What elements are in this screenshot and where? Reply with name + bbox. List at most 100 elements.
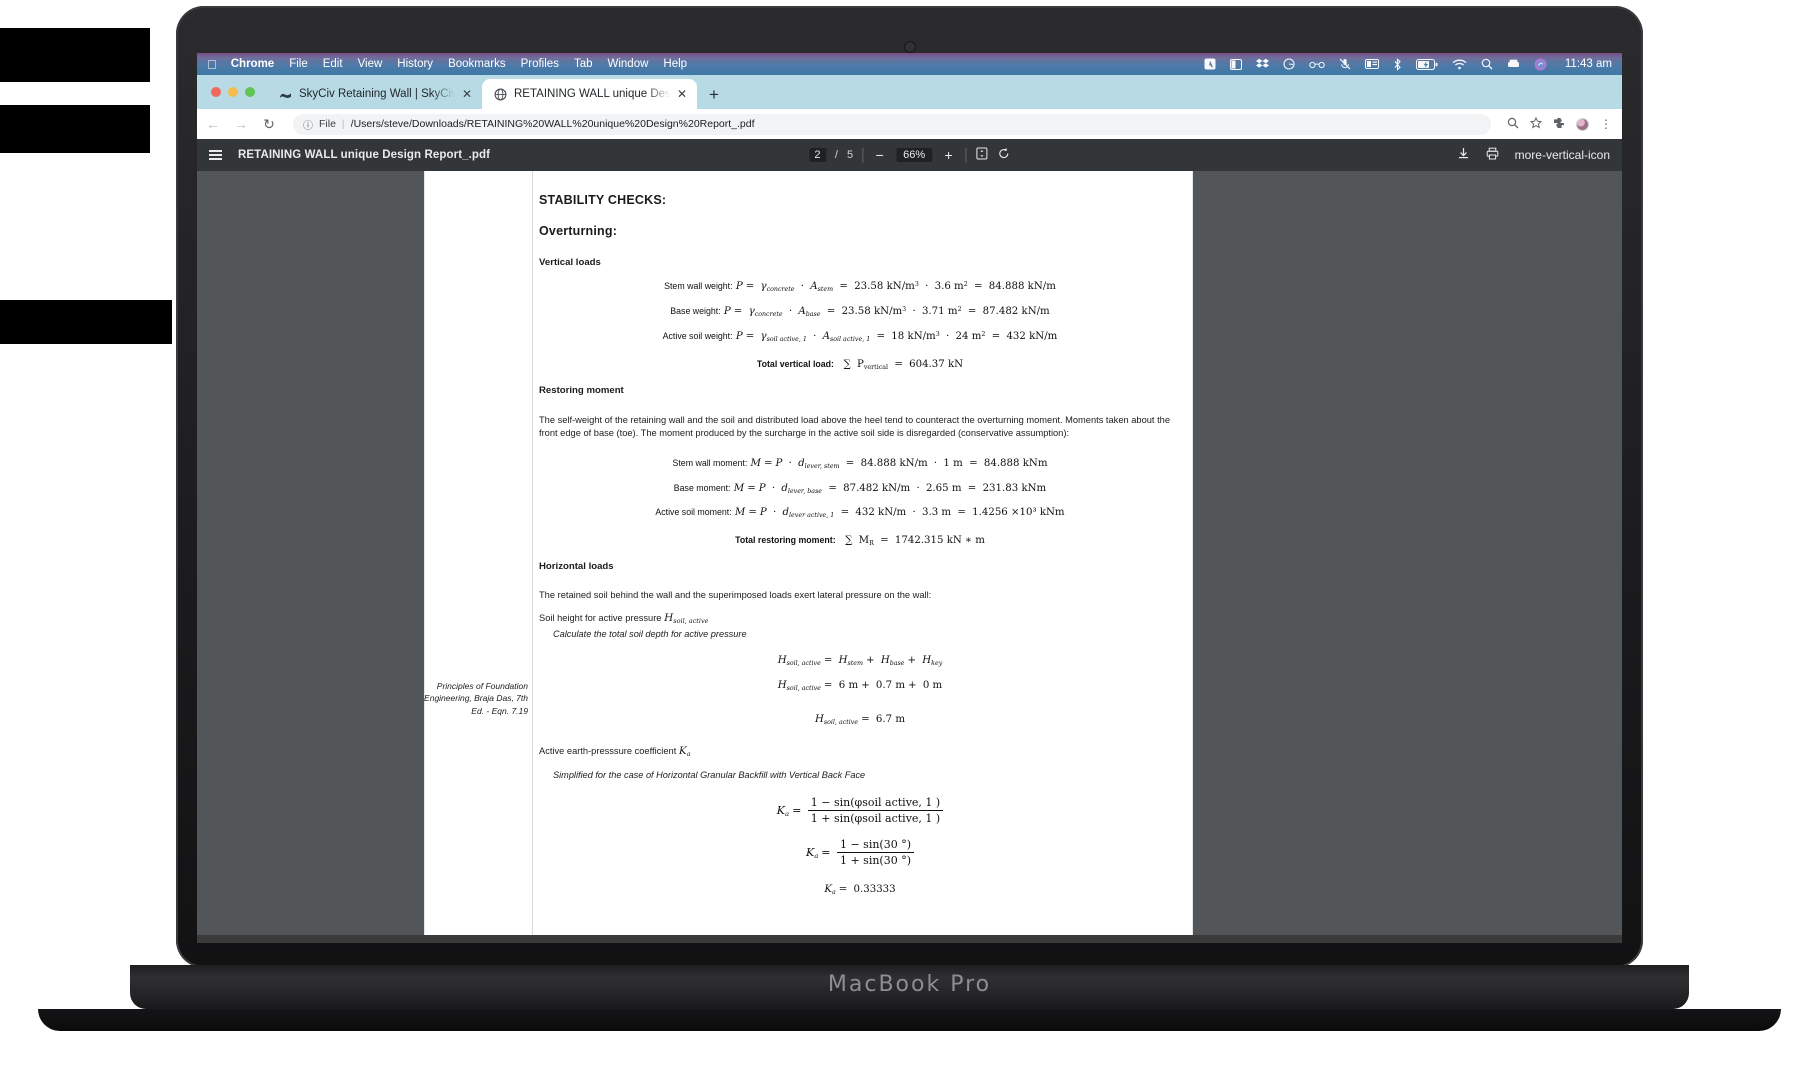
d-value: 3.3 m [921, 507, 952, 519]
print-icon[interactable] [1486, 147, 1499, 163]
ka-result: 0.33333 [853, 884, 896, 896]
microphone-mute-icon[interactable] [1339, 58, 1351, 70]
url-text: /Users/steve/Downloads/RETAINING%20WALL%… [350, 118, 755, 130]
gamma-unit: kN/m [907, 331, 936, 342]
pdf-globe-favicon-icon [494, 88, 507, 101]
tab-retaining-wall-report[interactable]: RETAINING WALL unique Desig ✕ [482, 79, 697, 109]
more-vertical-icon[interactable]: more-vertical-icon [1515, 148, 1610, 162]
menu-item-bookmarks[interactable]: Bookmarks [448, 58, 506, 70]
equation-label: Active soil weight: [662, 331, 733, 341]
time-machine-icon[interactable] [1507, 58, 1520, 70]
hamburger-menu-icon[interactable] [209, 150, 222, 160]
chrome-menu-icon[interactable]: ⋮ [1600, 117, 1612, 131]
gamma-subscript: concrete [766, 285, 795, 293]
toolbar-actions: ⋮ [1507, 116, 1614, 132]
margin-notes-column: Principles of Foundation Engineering, Br… [424, 171, 532, 935]
omnibox-separator: | [341, 118, 345, 130]
total-symbol: M [858, 535, 870, 547]
address-bar[interactable]: ⓘ File | /Users/steve/Downloads/RETAININ… [293, 113, 1491, 135]
minimize-window-button[interactable] [228, 87, 238, 97]
restoring-moment-paragraph: The self-weight of the retaining wall an… [539, 414, 1171, 438]
ka-denominator-numeric: 1 + sin(30 °) [839, 854, 912, 868]
macos-menubar:  Chrome File Edit View History Bookmark… [197, 53, 1622, 75]
equation-base-weight: Base weight: P = γconcrete · Abase = 23.5… [670, 305, 1050, 318]
menu-item-file[interactable]: File [289, 58, 308, 70]
area-subscript: base [805, 310, 821, 318]
zoom-out-button[interactable]: − [872, 147, 887, 163]
extensions-puzzle-icon[interactable] [1553, 117, 1565, 132]
page-number-input[interactable]: 2 [808, 148, 826, 162]
screenshot-stage:  Chrome File Edit View History Bookmark… [0, 0, 1819, 1080]
download-icon[interactable] [1457, 147, 1470, 163]
ka-label: Active earth-presssure coefficient [539, 746, 677, 757]
zoom-in-button[interactable]: + [941, 147, 956, 163]
spotlight-search-icon[interactable] [1481, 58, 1493, 70]
pdf-document-title: RETAINING WALL unique Design Report_.pdf [238, 149, 491, 161]
calc-note: Calculate the total soil depth for activ… [553, 628, 747, 639]
maximize-window-button[interactable] [245, 87, 255, 97]
term-stem: 6 m [838, 679, 859, 691]
area-value: 3.71 [921, 306, 945, 318]
total-label: Total vertical load: [756, 358, 834, 369]
lever-subscript: lever, stem [804, 462, 840, 470]
area-value: 3.6 [934, 281, 951, 293]
menu-item-view[interactable]: View [358, 58, 383, 70]
eyeglasses-icon[interactable] [1309, 60, 1325, 69]
ka-label-line: Active earth-presssure coefficient Ka [539, 745, 691, 759]
menu-item-window[interactable]: Window [608, 58, 649, 70]
zoom-icon[interactable] [1507, 117, 1519, 132]
bookmark-star-icon[interactable] [1529, 116, 1543, 132]
equation-result: 84.888 kNm [983, 457, 1048, 469]
zoom-level-value[interactable]: 66% [896, 148, 933, 162]
gamma-value: 18 [891, 331, 905, 342]
d-value: 2.65 m [925, 482, 962, 494]
back-button-icon[interactable]: ← [205, 116, 221, 132]
wifi-icon[interactable] [1452, 59, 1467, 70]
grammarly-icon[interactable] [1283, 58, 1295, 70]
area-unit: m [954, 281, 964, 293]
forward-button-icon[interactable]: → [233, 116, 249, 132]
battery-charging-icon[interactable] [1415, 58, 1438, 70]
siri-icon[interactable] [1534, 58, 1547, 71]
menu-item-edit[interactable]: Edit [323, 58, 343, 70]
menu-item-history[interactable]: History [397, 58, 433, 70]
subheading-vertical-loads: Vertical loads [539, 257, 601, 268]
menubar-clock[interactable]: 11:43 am [1565, 58, 1612, 70]
info-circle-icon[interactable]: ⓘ [303, 117, 313, 132]
profile-avatar[interactable] [1576, 117, 1589, 131]
equation-soil-height-symbolic: Hsoil, active = Hstem + Hbase + Hkey [777, 654, 943, 667]
laptop-brand-label: MacBook Pro [827, 972, 992, 997]
tab-close-icon[interactable]: ✕ [462, 87, 472, 101]
equation-result: 432 kN/m [1006, 331, 1058, 342]
equation-label: Active soil moment: [655, 507, 732, 518]
dropbox-icon[interactable] [1255, 58, 1269, 70]
new-tab-button[interactable]: + [697, 85, 729, 109]
menu-item-chrome[interactable]: Chrome [231, 58, 274, 70]
menu-item-help[interactable]: Help [663, 58, 687, 70]
fit-page-icon[interactable] [975, 147, 988, 163]
split-view-icon[interactable] [1229, 58, 1242, 70]
bluetooth-icon[interactable] [1393, 57, 1402, 71]
screen-capture-icon[interactable] [1364, 59, 1379, 69]
adobe-creative-cloud-icon[interactable] [1204, 58, 1216, 70]
p-value: 432 kN/m [855, 507, 907, 519]
p-value: 84.888 kN/m [860, 457, 928, 469]
window-traffic-lights [207, 75, 267, 109]
pdf-viewer-toolbar: RETAINING WALL unique Design Report_.pdf… [197, 139, 1622, 171]
pdf-page-viewport[interactable]: Principles of Foundation Engineering, Br… [197, 171, 1622, 935]
tab-title: RETAINING WALL unique Desig [514, 88, 670, 100]
gamma-unit: kN/m [873, 306, 903, 318]
subheading-horizontal-loads: Horizontal loads [539, 560, 614, 572]
reference-sidenote: Principles of Foundation Engineering, Br… [424, 681, 528, 716]
reload-button-icon[interactable]: ↻ [261, 116, 277, 133]
tab-close-icon[interactable]: ✕ [677, 87, 687, 101]
menu-item-profiles[interactable]: Profiles [521, 58, 559, 70]
tab-skyciv-retaining-wall[interactable]: SkyCiv Retaining Wall | SkyCiv ✕ [267, 79, 482, 109]
equation-result: 87.482 kN/m [982, 306, 1050, 318]
apple-logo-icon[interactable]:  [207, 58, 217, 71]
menu-item-tab[interactable]: Tab [574, 58, 593, 70]
rotate-icon[interactable] [997, 147, 1010, 163]
close-window-button[interactable] [211, 87, 221, 97]
equation-soil-height-result: Hsoil, active = 6.7 m [814, 713, 906, 726]
page-separator: / [834, 149, 838, 161]
